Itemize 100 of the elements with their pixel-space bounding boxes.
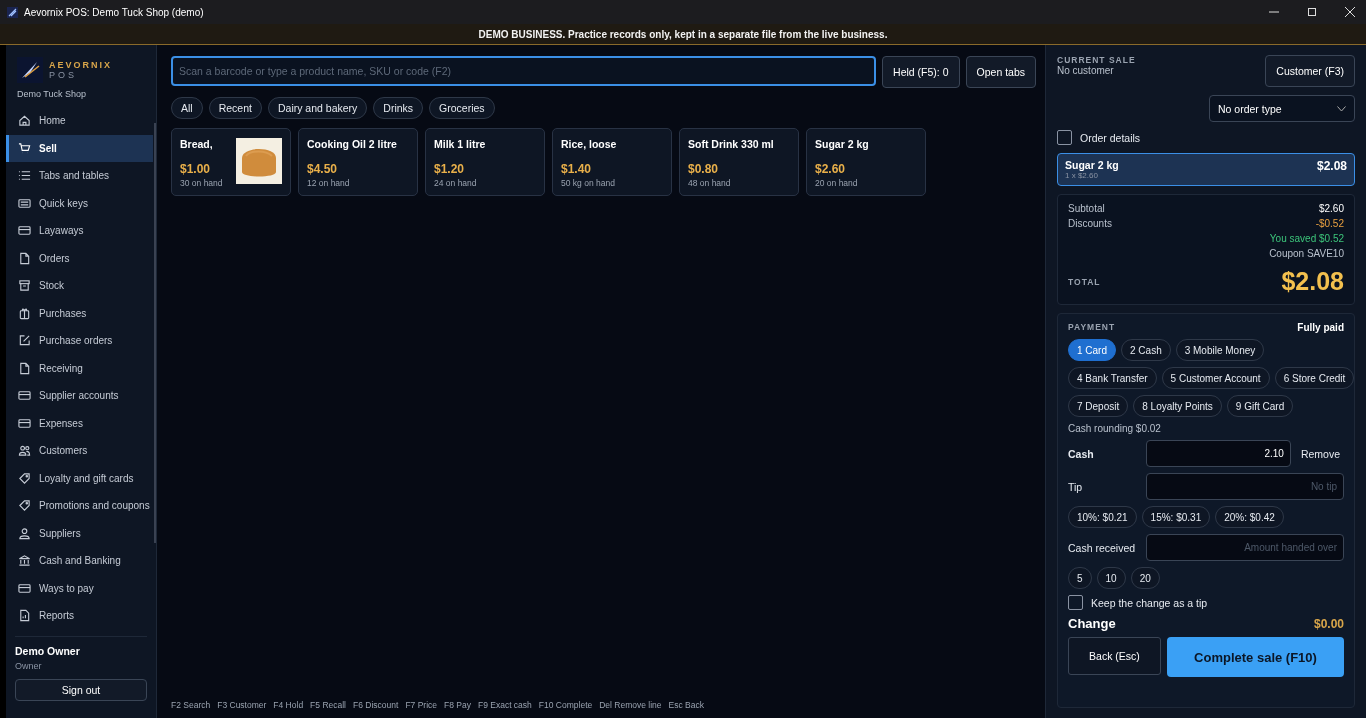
- demo-notice-text: DEMO BUSINESS. Practice records only, kept in a separate file from the live business.: [478, 28, 888, 40]
- payment-method[interactable]: 4 Bank Transfer: [1068, 367, 1157, 389]
- sidebar-item[interactable]: Receiving: [6, 354, 153, 382]
- shortcut-hint: F9 Exact cash: [477, 700, 532, 710]
- product-name: Sugar 2 kg: [815, 138, 870, 150]
- doc-icon: [18, 251, 31, 265]
- sidebar-item[interactable]: Sell: [6, 134, 153, 162]
- product-name: Rice, loose: [561, 138, 618, 150]
- total-label: TOTAL: [1068, 276, 1101, 287]
- shop-name: Demo Tuck Shop: [16, 88, 88, 101]
- tag-icon: [18, 471, 31, 485]
- amount-preset[interactable]: 20: [1130, 567, 1160, 589]
- customer-status: No customer: [1057, 65, 1115, 76]
- sidebar-item[interactable]: Stock: [6, 272, 153, 300]
- savings-note: You saved $0.52: [1269, 233, 1344, 244]
- line-detail: 1 x $2.60: [1065, 171, 1099, 180]
- card-icon: [18, 389, 31, 403]
- customer-button[interactable]: Customer (F3): [1265, 55, 1355, 87]
- sign-out-button[interactable]: Sign out: [15, 678, 147, 701]
- payment-method[interactable]: 8 Loyalty Points: [1133, 395, 1222, 417]
- category-chip[interactable]: Groceries: [429, 97, 495, 119]
- category-chip[interactable]: Recent: [208, 97, 262, 119]
- product-tile[interactable]: Milk 1 litre $1.20 24 on hand: [425, 128, 545, 196]
- sidebar-item[interactable]: Promotions and coupons: [6, 492, 153, 520]
- sidebar-item[interactable]: Expenses: [6, 409, 153, 437]
- payment-method[interactable]: 7 Deposit: [1068, 395, 1129, 417]
- sidebar-item[interactable]: Purchases: [6, 299, 153, 327]
- shortcut-hint: F5 Recall: [310, 700, 346, 710]
- coupon-note: Coupon SAVE10: [1269, 248, 1344, 259]
- amount-preset[interactable]: 10: [1096, 567, 1126, 589]
- card-icon: [18, 416, 31, 430]
- logo-icon: [17, 57, 43, 83]
- shortcut-hint: F3 Customer: [217, 700, 267, 710]
- edit-icon: [18, 334, 31, 348]
- sidebar-item[interactable]: Suppliers: [6, 519, 153, 547]
- complete-sale-button[interactable]: Complete sale (F10): [1167, 637, 1344, 677]
- product-tile[interactable]: Soft Drink 330 ml $0.80 48 on hand: [679, 128, 799, 196]
- window-title: Aevornix POS: Demo Tuck Shop (demo): [24, 6, 204, 18]
- payment-method[interactable]: 3 Mobile Money: [1175, 339, 1265, 361]
- category-chip[interactable]: All: [171, 97, 203, 119]
- field-label: Cash: [1068, 447, 1095, 460]
- keep-change-checkbox[interactable]: Keep the change as a tip: [1068, 595, 1344, 610]
- tip-preset[interactable]: 15%: $0.31: [1141, 506, 1211, 528]
- total-value: $2.60: [1318, 203, 1344, 214]
- sidebar-item[interactable]: Reports: [6, 602, 153, 630]
- tag-icon: [18, 499, 31, 513]
- product-tile[interactable]: Bread, $1.00 30 on hand: [171, 128, 291, 196]
- cash-field[interactable]: 2.10: [1146, 440, 1291, 467]
- section-heading: CURRENT SALE: [1057, 55, 1136, 65]
- payment-method[interactable]: 9 Gift Card: [1226, 395, 1294, 417]
- sidebar-item[interactable]: Cash and Banking: [6, 547, 153, 575]
- order-details-checkbox[interactable]: Order details: [1057, 130, 1355, 145]
- home-icon: [18, 114, 31, 128]
- sidebar-item[interactable]: Ways to pay: [6, 574, 153, 602]
- payment-method[interactable]: 6 Store Credit: [1274, 367, 1355, 389]
- sidebar-item[interactable]: Purchase orders: [6, 327, 153, 355]
- app-icon: [7, 6, 18, 18]
- category-chip[interactable]: Dairy and bakery: [267, 97, 368, 119]
- sidebar-item[interactable]: Customers: [6, 437, 153, 465]
- product-tile[interactable]: Sugar 2 kg $2.60 20 on hand: [806, 128, 926, 196]
- change-label: Change: [1068, 616, 1116, 631]
- open-tabs-button[interactable]: Open tabs: [965, 56, 1036, 88]
- sidebar-item[interactable]: Supplier accounts: [6, 382, 153, 410]
- sidebar-item[interactable]: Tabs and tables: [6, 162, 153, 190]
- total-label: Discounts: [1068, 218, 1112, 229]
- product-tile[interactable]: Cooking Oil 2 litre $4.50 12 on hand: [298, 128, 418, 196]
- line-name: Sugar 2 kg: [1065, 159, 1119, 171]
- sidebar-item[interactable]: Home: [6, 107, 153, 135]
- product-name: Soft Drink 330 ml: [688, 138, 775, 150]
- search-field[interactable]: Scan a barcode or type a product name, SKU or code (F2): [171, 56, 877, 86]
- product-stock: 20 on hand: [815, 178, 859, 188]
- order-type-dropdown[interactable]: No order type: [1209, 95, 1355, 122]
- list-icon: [18, 169, 31, 183]
- sidebar-item[interactable]: Orders: [6, 244, 153, 272]
- bank-icon: [18, 554, 31, 568]
- shortcut-hint: F6 Discount: [353, 700, 399, 710]
- tip-preset[interactable]: 20%: $0.42: [1215, 506, 1284, 528]
- back-button[interactable]: Back (Esc): [1068, 637, 1161, 675]
- sidebar-item[interactable]: Layaways: [6, 217, 153, 245]
- shortcut-hint: F8 Pay: [444, 700, 471, 710]
- product-name: Milk 1 litre: [434, 138, 487, 150]
- total-label: Subtotal: [1068, 203, 1105, 214]
- payment-method[interactable]: 2 Cash: [1121, 339, 1171, 361]
- sidebar-item[interactable]: Quick keys: [6, 189, 153, 217]
- tip-preset[interactable]: 10%: $0.21: [1068, 506, 1137, 528]
- sidebar-item[interactable]: Loyalty and gift cards: [6, 464, 153, 492]
- remove-button[interactable]: Remove: [1296, 447, 1344, 460]
- box-icon: [18, 279, 31, 293]
- held-button[interactable]: Held (F5): 0: [882, 56, 960, 88]
- tip-field[interactable]: No tip: [1146, 473, 1344, 500]
- payment-method[interactable]: 1 Card: [1068, 339, 1116, 361]
- payment-method[interactable]: 5 Customer Account: [1161, 367, 1270, 389]
- shortcut-hint: F10 Complete: [538, 700, 593, 710]
- category-chip[interactable]: Drinks: [373, 97, 424, 119]
- cash-received-field[interactable]: Amount handed over: [1146, 534, 1344, 561]
- amount-preset[interactable]: 5: [1068, 567, 1092, 589]
- product-tile[interactable]: Rice, loose $1.40 50 kg on hand: [552, 128, 672, 196]
- product-name: Bread,: [180, 138, 214, 150]
- product-stock: 48 on hand: [688, 178, 732, 188]
- keyboard-icon: [18, 196, 31, 210]
